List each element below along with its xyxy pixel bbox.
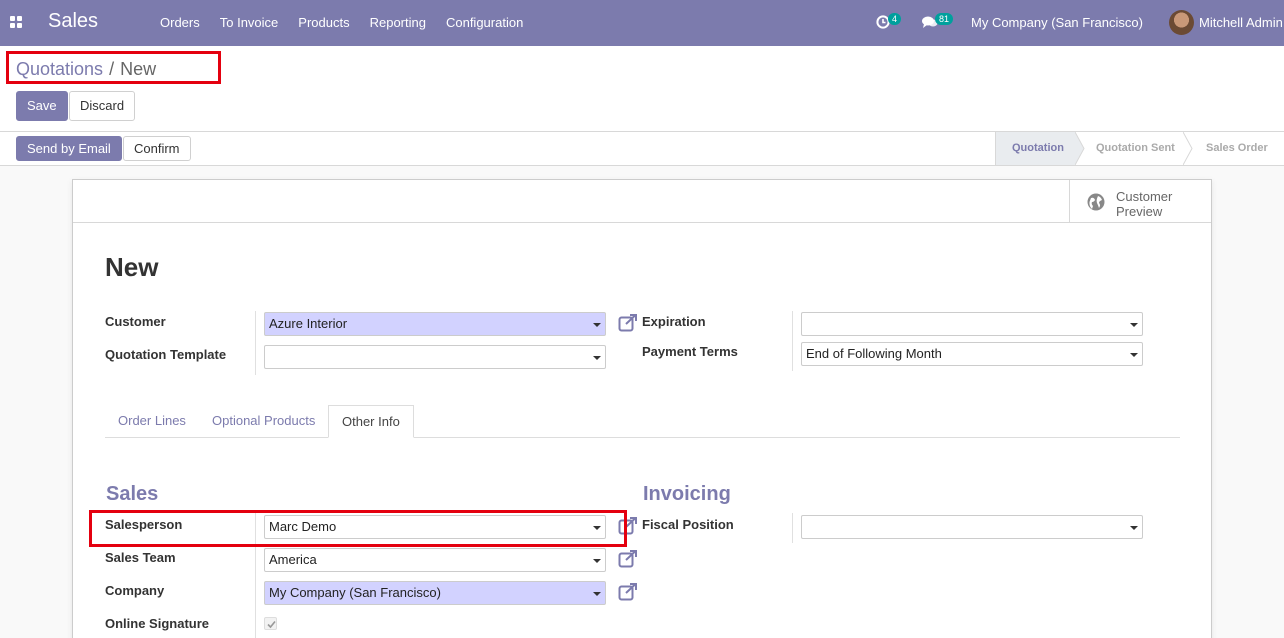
field-divider	[792, 513, 793, 543]
highlight-box-salesperson	[89, 510, 627, 547]
chevron-down-icon[interactable]	[593, 592, 601, 596]
customer-label: Customer	[105, 314, 166, 329]
quotation-template-field[interactable]	[264, 345, 606, 369]
menu-products[interactable]: Products	[298, 15, 349, 30]
stage-divider-icon	[1183, 132, 1193, 165]
chevron-down-icon[interactable]	[593, 323, 601, 327]
apps-menu-icon[interactable]	[10, 16, 22, 28]
company-value: My Company (San Francisco)	[269, 585, 441, 600]
form-sheet: Customer Preview New Customer Quotation …	[72, 179, 1212, 638]
invoicing-section-title: Invoicing	[643, 483, 731, 505]
button-box: Customer Preview	[73, 180, 1211, 223]
stage-quotation-sent[interactable]: Quotation Sent	[1096, 142, 1175, 154]
menu-orders[interactable]: Orders	[160, 15, 200, 30]
expiration-date-field[interactable]	[801, 312, 1143, 336]
field-divider	[792, 311, 793, 371]
external-link-icon[interactable]	[618, 550, 638, 568]
company-switcher[interactable]: My Company (San Francisco)	[971, 15, 1143, 30]
online-signature-label: Online Signature	[105, 616, 210, 631]
external-link-icon[interactable]	[618, 314, 638, 332]
stage-arrow-icon	[1075, 132, 1085, 165]
checkmark-icon	[267, 620, 276, 629]
chevron-down-icon[interactable]	[1130, 353, 1138, 357]
customer-field[interactable]: Azure Interior	[264, 312, 606, 336]
user-avatar[interactable]	[1169, 10, 1194, 35]
stage-quotation[interactable]: Quotation	[995, 132, 1075, 165]
user-menu[interactable]: Mitchell Admin	[1199, 15, 1283, 30]
stage-sales-order[interactable]: Sales Order	[1206, 142, 1268, 154]
globe-icon	[1087, 193, 1105, 211]
fiscal-position-field[interactable]	[801, 515, 1143, 539]
save-button[interactable]: Save	[16, 91, 68, 121]
chevron-down-icon[interactable]	[1130, 323, 1138, 327]
sales-team-value: America	[269, 552, 317, 567]
company-field[interactable]: My Company (San Francisco)	[264, 581, 606, 605]
sales-team-label: Sales Team	[105, 550, 176, 565]
company-label: Company	[105, 583, 165, 598]
sales-team-field[interactable]: America	[264, 548, 606, 572]
tab-order-lines[interactable]: Order Lines	[105, 405, 199, 438]
payment-terms-label: Payment Terms	[642, 344, 738, 359]
discard-button[interactable]: Discard	[69, 91, 136, 121]
sales-section-title: Sales	[106, 483, 159, 505]
customer-preview-button[interactable]: Customer Preview	[1069, 180, 1211, 223]
chevron-down-icon[interactable]	[593, 559, 601, 563]
menu-reporting[interactable]: Reporting	[370, 15, 426, 30]
notebook-tabs: Order Lines Optional Products Other Info	[105, 405, 1180, 438]
fiscal-position-label: Fiscal Position	[642, 517, 734, 532]
tab-other-info[interactable]: Other Info	[328, 405, 414, 438]
payment-terms-value: End of Following Month	[806, 346, 942, 361]
payment-terms-field[interactable]: End of Following Month	[801, 342, 1143, 366]
activity-count-badge: 4	[888, 13, 902, 25]
tab-optional-products[interactable]: Optional Products	[199, 405, 328, 438]
highlight-box-breadcrumb	[6, 51, 221, 84]
confirm-button[interactable]: Confirm	[123, 136, 191, 161]
app-name[interactable]: Sales	[48, 10, 98, 33]
customer-preview-label: Customer Preview	[1116, 189, 1173, 219]
online-signature-checkbox[interactable]	[264, 617, 277, 630]
customer-value: Azure Interior	[269, 316, 348, 331]
menu-configuration[interactable]: Configuration	[446, 15, 523, 30]
send-by-email-button[interactable]: Send by Email	[16, 136, 122, 161]
field-divider	[255, 311, 256, 375]
stage-quotation-label: Quotation	[1012, 142, 1064, 154]
status-bar: Send by Email Confirm Quotation Quotatio…	[0, 132, 1284, 166]
quotation-template-label: Quotation Template	[105, 347, 227, 362]
messages-count-badge: 81	[935, 13, 954, 25]
expiration-label: Expiration	[642, 314, 706, 329]
menu-to-invoice[interactable]: To Invoice	[220, 15, 279, 30]
chevron-down-icon[interactable]	[1130, 526, 1138, 530]
top-navbar: Sales Orders To Invoice Products Reporti…	[0, 0, 1284, 46]
chevron-down-icon[interactable]	[593, 356, 601, 360]
record-title: New	[105, 252, 159, 282]
main-menu: Orders To Invoice Products Reporting Con…	[160, 15, 543, 30]
external-link-icon[interactable]	[618, 583, 638, 601]
